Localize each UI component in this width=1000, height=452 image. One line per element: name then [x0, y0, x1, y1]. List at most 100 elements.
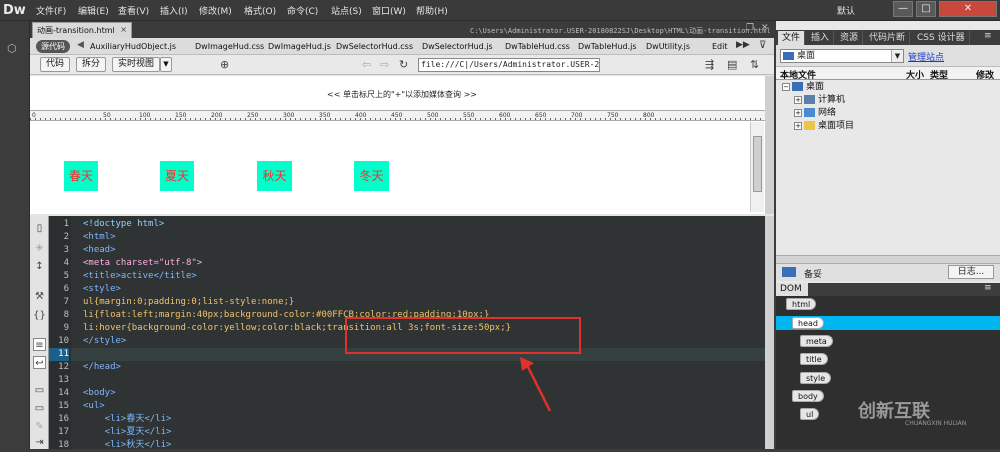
- live-view-button[interactable]: 实时视图: [112, 57, 160, 72]
- document-icon[interactable]: ▤: [727, 58, 737, 72]
- line-numbers-icon[interactable]: ≡: [33, 338, 46, 351]
- code-line[interactable]: <html>: [83, 231, 116, 244]
- menu-modify[interactable]: 修改(M): [199, 4, 232, 17]
- code-line[interactable]: <li>春天</li>: [83, 413, 172, 426]
- column-header[interactable]: 修改: [976, 68, 994, 81]
- split-view-button[interactable]: 拆分: [76, 57, 106, 72]
- tab-files[interactable]: 文件: [778, 31, 806, 45]
- dom-node[interactable]: style: [800, 372, 832, 384]
- star-icon[interactable]: ✳: [33, 242, 46, 255]
- menu-view[interactable]: 查看(V): [118, 4, 149, 17]
- code-line[interactable]: <head>: [83, 244, 116, 257]
- code-line[interactable]: <!doctype html>: [83, 218, 164, 231]
- list-item[interactable]: 夏天: [160, 161, 194, 191]
- code-line[interactable]: ul{margin:0;padding:0;list-style:none;}: [83, 296, 294, 309]
- dom-node[interactable]: title: [800, 353, 828, 365]
- sort-icon[interactable]: ⇅: [750, 58, 759, 72]
- menu-window[interactable]: 窗口(W): [372, 4, 406, 17]
- tools-icon[interactable]: ⚒: [33, 290, 46, 303]
- cube-icon[interactable]: ⬡: [7, 42, 21, 56]
- code-line[interactable]: <li>夏天</li>: [83, 426, 172, 439]
- design-scroll-thumb[interactable]: [753, 136, 762, 192]
- menu-format[interactable]: 格式(O): [244, 4, 276, 17]
- site-select[interactable]: 桌面 ▼: [780, 49, 904, 63]
- tab-assets[interactable]: 资源: [836, 31, 864, 45]
- source-code-button[interactable]: 源代码: [36, 40, 70, 53]
- restore-icon[interactable]: ❐: [746, 23, 758, 35]
- tab-insert[interactable]: 插入: [807, 31, 835, 45]
- close-tab-icon[interactable]: ×: [120, 25, 127, 34]
- code-line[interactable]: <li>秋天</li>: [83, 439, 172, 452]
- related-file[interactable]: DwImageHud.css: [195, 42, 264, 51]
- code-line[interactable]: <ul>: [83, 400, 105, 413]
- code-line[interactable]: <meta charset="utf-8">: [83, 257, 202, 270]
- dom-node-selected[interactable]: head: [792, 317, 824, 329]
- panel-menu-icon[interactable]: ≡: [984, 31, 992, 41]
- back-arrow-icon[interactable]: ⇦: [362, 58, 371, 72]
- snippet-icon[interactable]: ✎: [33, 420, 46, 433]
- ruler[interactable]: 0 50 100 150 200 250 300 350 400 450 500…: [30, 110, 765, 121]
- target-icon[interactable]: ⊕: [220, 58, 229, 72]
- menu-commands[interactable]: 命令(C): [287, 4, 318, 17]
- document-tab[interactable]: 动画-transition.html ×: [32, 22, 132, 38]
- close-doc-icon[interactable]: ✕: [761, 23, 773, 35]
- wrap-icon[interactable]: ↩: [33, 356, 46, 369]
- code-line[interactable]: <body>: [83, 387, 116, 400]
- list-item[interactable]: 春天: [64, 161, 98, 191]
- menu-help[interactable]: 帮助(H): [416, 4, 448, 17]
- code-view-button[interactable]: 代码: [40, 57, 70, 72]
- log-button[interactable]: 日志...: [948, 265, 994, 279]
- tree-item-network[interactable]: + 网络: [794, 107, 836, 120]
- tree-item-desktop-items[interactable]: + 桌面项目: [794, 120, 854, 133]
- list-item[interactable]: 冬天: [354, 161, 389, 191]
- design-scrollbar[interactable]: [750, 122, 764, 212]
- tab-snippets[interactable]: 代码片断: [865, 31, 911, 45]
- column-header[interactable]: 本地文件: [780, 68, 816, 81]
- open-document-icon[interactable]: ▯: [33, 222, 46, 235]
- tab-css-designer[interactable]: CSS 设计器: [913, 31, 970, 45]
- related-file[interactable]: DwSelectorHud.css: [336, 42, 413, 51]
- code-line[interactable]: <style>: [83, 283, 121, 296]
- menu-site[interactable]: 站点(S): [331, 4, 362, 17]
- code-scrollbar[interactable]: [765, 216, 774, 449]
- column-header[interactable]: 大小: [906, 68, 924, 81]
- panel-splitter[interactable]: [776, 255, 1000, 264]
- column-header[interactable]: 类型: [930, 68, 948, 81]
- code-line[interactable]: </style>: [83, 335, 126, 348]
- dom-node[interactable]: ul: [800, 408, 820, 420]
- list-item[interactable]: 秋天: [257, 161, 292, 191]
- related-file[interactable]: Edit: [712, 42, 728, 51]
- workspace-switcher[interactable]: 默认: [837, 4, 855, 17]
- refresh-icon[interactable]: ↻: [399, 58, 408, 72]
- related-file[interactable]: DwUtility.js: [646, 42, 690, 51]
- maximize-button[interactable]: □: [916, 1, 936, 17]
- related-file[interactable]: DwSelectorHud.js: [422, 42, 493, 51]
- menu-insert[interactable]: 插入(I): [160, 4, 188, 17]
- indent-icon[interactable]: ⇥: [33, 436, 46, 449]
- code-line[interactable]: </head>: [83, 361, 121, 374]
- menu-edit[interactable]: 编辑(E): [78, 4, 109, 17]
- scroll-left-icon[interactable]: ◀: [77, 40, 84, 50]
- filter-icon[interactable]: ⊽: [759, 40, 766, 51]
- scroll-right-icon[interactable]: ▶▶: [736, 40, 750, 50]
- format-icon[interactable]: ⇶: [705, 58, 714, 72]
- braces-icon[interactable]: {}: [33, 309, 46, 322]
- live-view-dropdown-icon[interactable]: ▼: [160, 57, 172, 72]
- address-field[interactable]: file:///C|/Users/Administrator.USER-20: [418, 58, 600, 72]
- code-line[interactable]: <title>active</title>: [83, 270, 197, 283]
- comment-icon[interactable]: ▭: [33, 384, 46, 397]
- dom-node[interactable]: html: [786, 298, 817, 310]
- tree-item-desktop[interactable]: − 桌面: [782, 81, 824, 94]
- expand-icon[interactable]: +: [794, 95, 802, 104]
- forward-arrow-icon[interactable]: ⇨: [380, 58, 389, 72]
- connect-icon[interactable]: [782, 267, 796, 277]
- panel-grip[interactable]: [765, 76, 774, 214]
- related-file[interactable]: AuxiliaryHudObject.js: [90, 42, 176, 51]
- tree-item-computer[interactable]: + 计算机: [794, 94, 845, 107]
- expand-icon[interactable]: +: [794, 121, 802, 130]
- dom-node[interactable]: body: [792, 390, 824, 402]
- related-file[interactable]: DwTableHud.js: [578, 42, 637, 51]
- related-file[interactable]: DwImageHud.js: [268, 42, 331, 51]
- menu-file[interactable]: 文件(F): [36, 4, 66, 17]
- collapse-icon[interactable]: −: [782, 82, 790, 91]
